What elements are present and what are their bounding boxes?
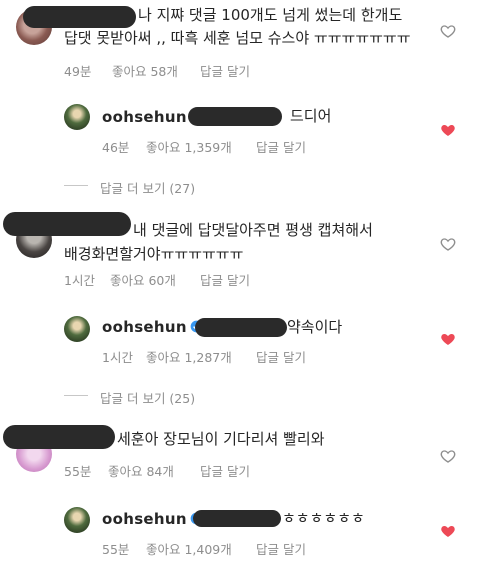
reply-likes[interactable]: 좋아요 1,287개 — [146, 347, 232, 366]
username[interactable]: oohsehun — [102, 107, 187, 128]
reply-time: 1시간 — [102, 350, 133, 365]
reply-text: ㅎㅎㅎㅎㅎㅎ — [282, 509, 365, 527]
heart-icon[interactable] — [440, 236, 456, 252]
comment-likes[interactable]: 좋아요 60개 — [110, 270, 176, 289]
username-text[interactable]: oohsehun — [102, 318, 187, 336]
reply-likes[interactable]: 좋아요 1,359개 — [146, 137, 232, 156]
reply-text: 약속이다 — [287, 318, 343, 336]
reply-likes[interactable]: 좋아요 1,409개 — [146, 539, 232, 558]
view-more-replies[interactable]: 답글 더 보기 (27) — [100, 178, 195, 197]
avatar[interactable] — [64, 316, 90, 342]
redacted-username — [3, 212, 131, 236]
heart-icon[interactable] — [440, 122, 456, 138]
comment-text-line1: 나 지쨔 댓글 100개도 넘게 썼는데 한개도 — [138, 6, 403, 24]
avatar[interactable] — [64, 507, 90, 533]
username-text[interactable]: oohsehun — [102, 510, 187, 528]
avatar[interactable] — [64, 104, 90, 130]
view-more-replies[interactable]: 답글 더 보기 (25) — [100, 388, 195, 407]
comment-time: 1시간 — [64, 273, 95, 288]
reply-text: 드디어 — [290, 107, 332, 125]
heart-icon[interactable] — [440, 448, 456, 464]
reply-button[interactable]: 답글 달기 — [200, 61, 250, 80]
comment-likes[interactable]: 좋아요 58개 — [112, 61, 178, 80]
reply-time: 46분 — [102, 140, 130, 155]
comment-time: 55분 — [64, 464, 92, 479]
redacted-mention — [193, 510, 281, 527]
reply-button[interactable]: 답글 달기 — [200, 270, 250, 289]
comment-text-line1: 내 댓글에 답댓달아주면 평생 캡쳐해서 — [133, 221, 373, 239]
redacted-mention — [195, 318, 287, 337]
heart-icon[interactable] — [440, 331, 456, 347]
reply-button[interactable]: 답글 달기 — [256, 347, 306, 366]
heart-icon[interactable] — [440, 523, 456, 539]
redacted-username — [3, 425, 115, 449]
reply-time: 55분 — [102, 542, 130, 557]
reply-button[interactable]: 답글 달기 — [256, 137, 306, 156]
comment-text-line2: 배경화면할거야ㅠㅠㅠㅠㅠㅠ — [64, 245, 244, 263]
username[interactable]: oohsehun — [102, 317, 203, 338]
redacted-mention — [188, 107, 282, 126]
reply-button[interactable]: 답글 달기 — [200, 461, 250, 480]
heart-icon[interactable] — [440, 23, 456, 39]
redacted-username — [23, 6, 136, 28]
comment-time: 49분 — [64, 64, 92, 79]
divider — [64, 185, 88, 186]
divider — [64, 395, 88, 396]
comment-text-line1: 세훈아 장모님이 기다리셔 빨리와 — [117, 430, 325, 448]
comment-likes[interactable]: 좋아요 84개 — [108, 461, 174, 480]
reply-button[interactable]: 답글 달기 — [256, 539, 306, 558]
username[interactable]: oohsehun — [102, 509, 203, 530]
comment-text-line2: 답댓 못받아써 ,, 따흑 세훈 넘모 슈스야 ㅠㅠㅠㅠㅠㅠㅠ — [64, 29, 411, 47]
